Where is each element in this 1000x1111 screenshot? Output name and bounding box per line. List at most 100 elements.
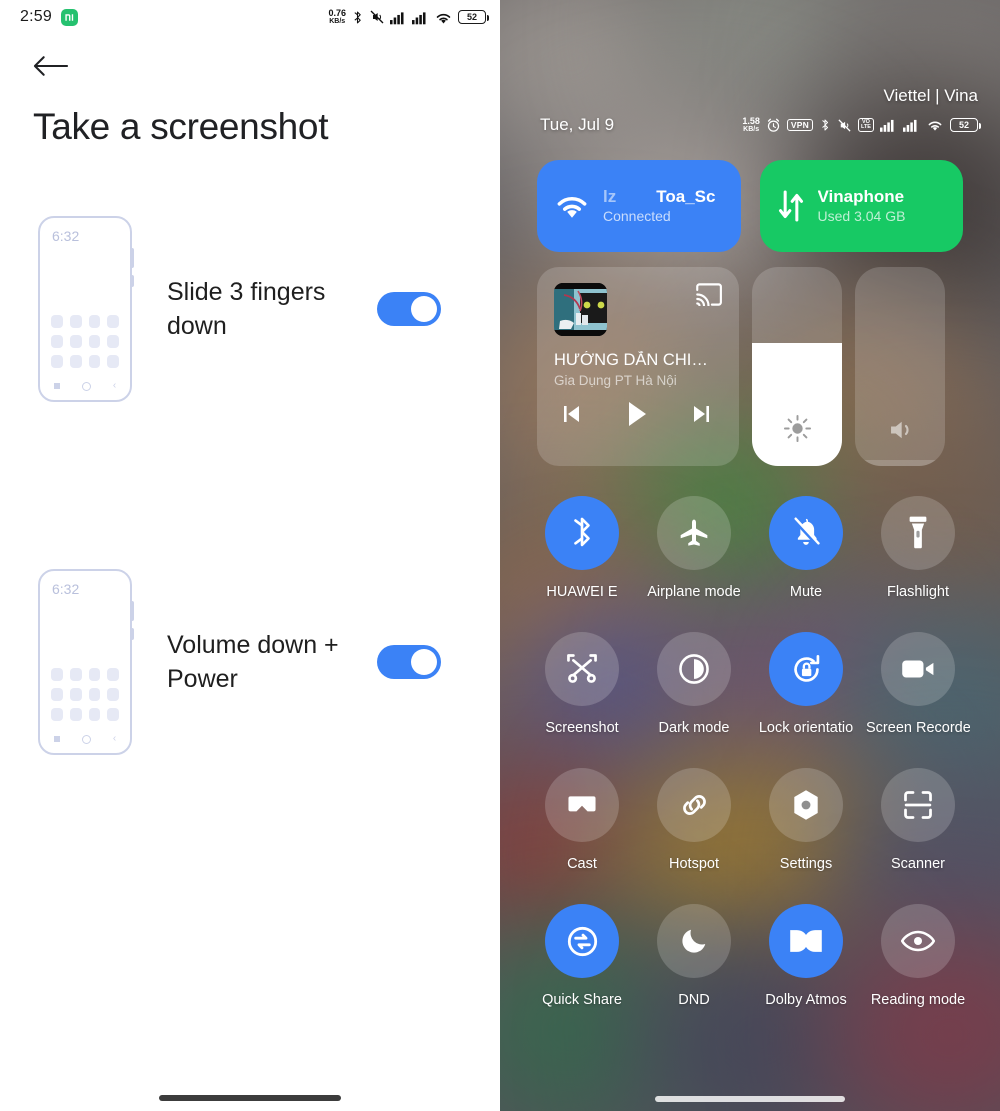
back-arrow-icon[interactable]	[0, 34, 500, 78]
phone-illustration: 6:32 ‹	[38, 569, 134, 755]
toggle-circle[interactable]	[881, 904, 955, 978]
control-center: Viettel | Vina Tue, Jul 9 1.58 KB/s VPN …	[500, 0, 1000, 1111]
cast-icon[interactable]	[695, 283, 722, 306]
wifi-card[interactable]: lz Toa_Sc Connected	[537, 160, 741, 252]
toggle-mute[interactable]: Mute	[750, 496, 862, 600]
back-icon: ‹	[112, 733, 117, 744]
toggle-hotspot[interactable]: Hotspot	[638, 768, 750, 872]
wifi-ssid: lz Toa_Sc	[603, 186, 724, 207]
toggle-dolby-atmos[interactable]: Dolby Atmos	[750, 904, 862, 1008]
previous-track-icon[interactable]	[560, 402, 584, 426]
net-speed-unit: KB/s	[743, 126, 760, 133]
home-indicator[interactable]	[655, 1096, 845, 1102]
signal-bars-sim2-icon	[903, 119, 917, 132]
mobile-data-card[interactable]: Vinaphone Used 3.04 GB	[759, 160, 963, 252]
status-clock: 2:59	[20, 8, 52, 25]
media-artist: Gia Dụng PT Hà Nội	[554, 373, 677, 388]
toggle-screenshot[interactable]: Screenshot	[526, 632, 638, 736]
quick-toggle-grid: HUAWEI E Airplane mode Mute Flashlight S…	[500, 466, 1000, 1008]
toggle-circle[interactable]	[545, 768, 619, 842]
back-icon: ‹	[112, 380, 117, 391]
bluetooth-icon	[354, 11, 361, 23]
setting-row-volume-power[interactable]: 6:32 ‹ Volume down + Power	[0, 569, 500, 755]
setting-row-slide-3-fingers[interactable]: 6:32 ‹ Slide 3 fingers down	[0, 216, 500, 402]
toggle-circle[interactable]	[657, 632, 731, 706]
slide-3-fingers-toggle[interactable]	[377, 292, 441, 326]
illustration-clock: 6:32	[52, 581, 80, 597]
toggle-quick-share[interactable]: Quick Share	[526, 904, 638, 1008]
brightness-sun-icon	[752, 414, 842, 443]
recents-icon	[53, 383, 60, 389]
toggle-label: Screen Recorde	[866, 720, 970, 736]
toggle-label: Settings	[779, 856, 833, 872]
signal-bars-sim1-icon	[880, 119, 894, 132]
toggle-cast[interactable]: Cast	[526, 768, 638, 872]
date-label: Tue, Jul 9	[540, 115, 615, 134]
toggle-circle[interactable]	[769, 496, 843, 570]
moon-icon	[682, 929, 706, 953]
toggle-bluetooth[interactable]: HUAWEI E	[526, 496, 638, 600]
toggle-flashlight[interactable]: Flashlight	[862, 496, 974, 600]
toggle-circle[interactable]	[769, 632, 843, 706]
toggle-dnd[interactable]: DND	[638, 904, 750, 1008]
toggle-label: Dark mode	[658, 720, 730, 736]
next-track-icon[interactable]	[689, 402, 713, 426]
toggle-dark-mode[interactable]: Dark mode	[638, 632, 750, 736]
toggle-label: Screenshot	[545, 720, 619, 736]
toggle-settings[interactable]: Settings	[750, 768, 862, 872]
phone-volume-button	[130, 601, 134, 621]
toggle-circle[interactable]	[545, 496, 619, 570]
recents-icon	[53, 736, 60, 742]
wifi-card-text: lz Toa_Sc Connected	[603, 186, 724, 226]
toggle-screen-recorder[interactable]: Screen Recorde	[862, 632, 974, 736]
toggle-label: Scanner	[890, 856, 945, 872]
illustration-nav-bar: ‹	[40, 381, 130, 391]
connectivity-cards: lz Toa_Sc Connected Vinaphone Used 3.04 …	[500, 135, 1000, 252]
brightness-fill	[752, 342, 842, 466]
wifi-status: Connected	[603, 208, 671, 225]
status-bar-left: 2:59	[20, 8, 78, 26]
toggle-circle[interactable]	[769, 768, 843, 842]
toggle-circle[interactable]	[769, 904, 843, 978]
phone-volume-button	[130, 248, 134, 268]
toggle-lock-orientation[interactable]: Lock orientatio	[750, 632, 862, 736]
illustration-clock: 6:32	[52, 228, 80, 244]
play-icon[interactable]	[625, 401, 649, 427]
volume-power-toggle[interactable]	[377, 645, 441, 679]
volume-slider[interactable]	[855, 267, 945, 466]
airplane-icon	[680, 519, 708, 546]
toggle-circle[interactable]	[657, 904, 731, 978]
toggle-circle[interactable]	[657, 768, 731, 842]
toggle-reading-mode[interactable]: Reading mode	[862, 904, 974, 1008]
toggle-circle[interactable]	[881, 496, 955, 570]
bell-muted-icon	[792, 517, 820, 547]
brightness-slider[interactable]	[752, 267, 842, 466]
toggle-circle[interactable]	[881, 768, 955, 842]
bluetooth-icon	[574, 517, 590, 547]
flashlight-icon	[909, 516, 927, 549]
toggle-scanner[interactable]: Scanner	[862, 768, 974, 872]
data-transfer-icon	[778, 190, 803, 222]
status-bar-icons: 1.58 KB/s VPN VO LTE 52	[742, 117, 981, 134]
wifi-icon	[436, 13, 451, 23]
toggle-circle[interactable]	[545, 904, 619, 978]
net-speed-unit: KB/s	[329, 18, 346, 25]
toggle-label: Hotspot	[669, 856, 719, 872]
home-indicator[interactable]	[159, 1095, 341, 1101]
toggle-label: HUAWEI E	[546, 584, 618, 600]
toggle-airplane-mode[interactable]: Airplane mode	[638, 496, 750, 600]
net-speed-indicator: 1.58 KB/s	[742, 117, 760, 134]
signal-bars-sim1-icon	[390, 11, 404, 24]
battery-percent: 52	[958, 120, 969, 130]
toggle-circle[interactable]	[545, 632, 619, 706]
net-speed-indicator: 0.76 KB/s	[328, 9, 346, 26]
toggle-circle[interactable]	[881, 632, 955, 706]
alarm-clock-icon	[767, 118, 780, 132]
battery-percent: 52	[466, 12, 477, 22]
signal-bars-sim2-icon	[412, 11, 426, 24]
toggle-circle[interactable]	[657, 496, 731, 570]
media-player-card[interactable]: HƯỚNG DẪN CHI… Gia Dụng PT Hà Nội	[537, 267, 739, 466]
toggle-label: DND	[678, 992, 710, 1008]
data-card-text: Vinaphone Used 3.04 GB	[818, 186, 947, 226]
mute-vibrate-off-icon	[370, 10, 384, 24]
